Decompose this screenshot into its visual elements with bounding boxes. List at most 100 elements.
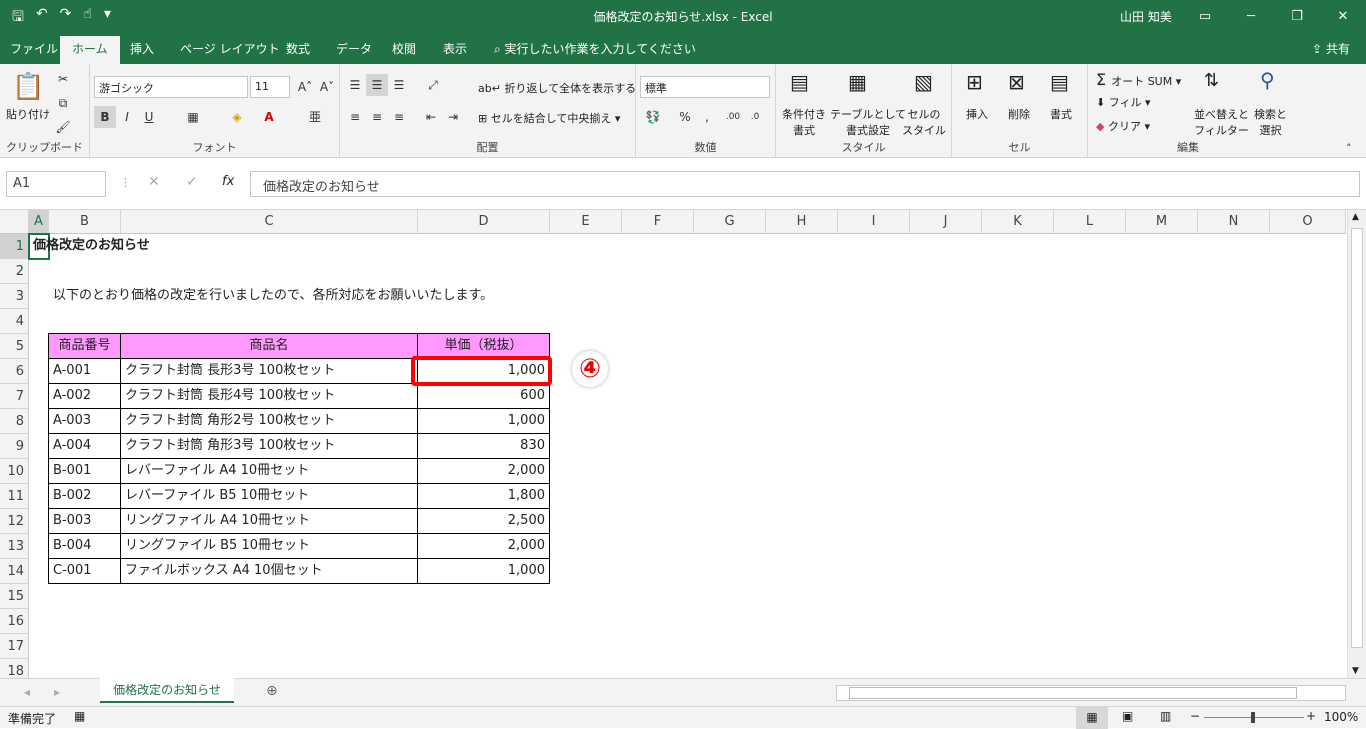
wrap-text-button[interactable]: ab↵ 折り返して全体を表示する <box>478 80 636 96</box>
copy-icon[interactable]: ⧉ <box>52 92 74 114</box>
macro-record-icon[interactable]: ▦ <box>74 709 85 723</box>
cell-price[interactable]: 830 <box>417 433 550 459</box>
fill-button[interactable]: ⬇ フィル ▾ <box>1096 94 1151 110</box>
number-format-select[interactable]: 標準 <box>640 76 770 98</box>
cell-code[interactable]: A-001 <box>48 358 121 384</box>
format-painter-icon[interactable]: 🖌 <box>52 116 74 138</box>
col-header-a[interactable]: A <box>29 210 49 234</box>
increase-font-icon[interactable]: A˄ <box>294 76 316 98</box>
tab-page-layout[interactable]: ページ レイアウト <box>180 40 280 57</box>
row-header-11[interactable]: 11 <box>0 484 29 509</box>
clear-button[interactable]: ◆ クリア ▾ <box>1096 118 1150 134</box>
row-header-13[interactable]: 13 <box>0 534 29 559</box>
align-top-icon[interactable]: ☰ <box>344 74 366 96</box>
percent-button[interactable]: % <box>674 106 696 128</box>
cell-price[interactable]: 1,000 <box>417 408 550 434</box>
sort-filter-icon[interactable]: ⇅ <box>1204 70 1219 91</box>
fill-color-icon[interactable]: ◈ <box>226 106 248 128</box>
prev-sheet-icon[interactable]: ◂ <box>24 685 30 699</box>
scroll-down-icon[interactable]: ▼ <box>1352 666 1359 676</box>
cut-icon[interactable]: ✂ <box>52 68 74 90</box>
cell-price[interactable]: 600 <box>417 383 550 409</box>
close-button[interactable]: ✕ <box>1320 0 1366 32</box>
row-header-9[interactable]: 9 <box>0 434 29 459</box>
col-header-c[interactable]: C <box>121 210 418 234</box>
insert-function-icon[interactable]: fx <box>222 174 234 189</box>
add-sheet-icon[interactable]: ⊕ <box>266 683 278 699</box>
ribbon-display-icon[interactable]: ▭ <box>1182 0 1228 32</box>
page-break-view-icon[interactable]: ▥ <box>1160 709 1171 723</box>
merge-center-button[interactable]: ⊞ セルを結合して中央揃え ▾ <box>478 110 620 126</box>
col-header-f[interactable]: F <box>622 210 694 234</box>
italic-button[interactable]: I <box>116 106 138 128</box>
cell-name[interactable]: クラフト封筒 角形3号 100枚セット <box>120 433 418 459</box>
cell-code[interactable]: B-004 <box>48 533 121 559</box>
zoom-slider-thumb[interactable] <box>1251 712 1255 723</box>
restore-button[interactable]: ❐ <box>1274 0 1320 32</box>
row-header-15[interactable]: 15 <box>0 584 29 609</box>
paste-button[interactable]: 貼り付け <box>6 106 50 122</box>
format-as-table-icon[interactable]: ▦ <box>848 70 867 94</box>
col-header-b[interactable]: B <box>49 210 121 234</box>
format-as-table-button[interactable]: テーブルとして 書式設定 <box>830 106 906 138</box>
decrease-font-icon[interactable]: A˅ <box>316 76 338 98</box>
format-cells-button[interactable]: 書式 <box>1050 106 1072 122</box>
tab-view[interactable]: 表示 <box>443 40 467 57</box>
vertical-scrollbar[interactable]: ▲ ▼ <box>1347 210 1366 678</box>
row-header-18[interactable]: 18 <box>0 659 29 678</box>
conditional-format-button[interactable]: 条件付き 書式 <box>782 106 826 138</box>
col-header-n[interactable]: N <box>1198 210 1270 234</box>
cell-name[interactable]: レバーファイル B5 10冊セット <box>120 483 418 509</box>
conditional-format-icon[interactable]: ▤ <box>790 70 809 94</box>
row-header-12[interactable]: 12 <box>0 509 29 534</box>
row-header-6[interactable]: 6 <box>0 359 29 384</box>
increase-decimal-icon[interactable]: .00 <box>722 106 744 128</box>
paste-icon[interactable]: 📋 <box>12 72 44 102</box>
row-header-5[interactable]: 5 <box>0 334 29 359</box>
font-color-icon[interactable]: A <box>258 106 280 128</box>
cell-code[interactable]: A-004 <box>48 433 121 459</box>
row-header-16[interactable]: 16 <box>0 609 29 634</box>
col-header-l[interactable]: L <box>1054 210 1126 234</box>
cell-name[interactable]: クラフト封筒 角形2号 100枚セット <box>120 408 418 434</box>
insert-cells-button[interactable]: 挿入 <box>966 106 988 122</box>
sheet-tab-active[interactable]: 価格改定のお知らせ <box>100 678 234 703</box>
cell-a1-title[interactable]: 価格改定のお知らせ <box>29 234 154 259</box>
col-header-k[interactable]: K <box>982 210 1054 234</box>
cell-price[interactable]: 2,000 <box>417 533 550 559</box>
align-left-icon[interactable]: ≡ <box>344 106 366 128</box>
name-box[interactable]: A1 <box>6 171 106 197</box>
row-header-17[interactable]: 17 <box>0 634 29 659</box>
cell-code[interactable]: A-002 <box>48 383 121 409</box>
page-layout-view-icon[interactable]: ▣ <box>1122 709 1133 723</box>
col-header-o[interactable]: O <box>1270 210 1346 234</box>
cell-code[interactable]: C-001 <box>48 558 121 584</box>
tab-formulas[interactable]: 数式 <box>286 40 310 57</box>
align-middle-icon[interactable]: ☰ <box>366 74 388 96</box>
zoom-level[interactable]: 100% <box>1324 710 1358 724</box>
horizontal-scrollbar[interactable] <box>836 685 1346 701</box>
formula-input[interactable]: 価格改定のお知らせ <box>250 171 1360 197</box>
row-header-7[interactable]: 7 <box>0 384 29 409</box>
cell-name[interactable]: リングファイル A4 10冊セット <box>120 508 418 534</box>
cancel-icon[interactable]: ✕ <box>148 174 160 190</box>
next-sheet-icon[interactable]: ▸ <box>54 685 60 699</box>
col-header-g[interactable]: G <box>694 210 766 234</box>
cell-b3-intro[interactable]: 以下のとおり価格の改定を行いましたので、各所対応をお願いいたします。 <box>49 284 497 309</box>
cell-price[interactable]: 1,000 <box>417 558 550 584</box>
scroll-thumb[interactable] <box>1351 228 1363 648</box>
border-icon[interactable]: ▦ <box>182 106 204 128</box>
insert-cells-icon[interactable]: ⊞ <box>966 70 983 94</box>
zoom-out-icon[interactable]: − <box>1190 709 1200 723</box>
orientation-icon[interactable]: ⤢ <box>422 74 444 96</box>
font-size-select[interactable]: 11 <box>250 76 290 98</box>
autosum-button[interactable]: Σ オート SUM ▾ <box>1096 70 1181 89</box>
decrease-decimal-icon[interactable]: .0 <box>744 106 766 128</box>
h-scroll-thumb[interactable] <box>849 687 1297 699</box>
cell-price[interactable]: 2,500 <box>417 508 550 534</box>
row-header-14[interactable]: 14 <box>0 559 29 584</box>
underline-button[interactable]: U <box>138 106 160 128</box>
comma-icon[interactable]: , <box>696 106 718 128</box>
share-button[interactable]: ⇪ 共有 <box>1312 40 1350 57</box>
row-header-3[interactable]: 3 <box>0 284 29 309</box>
